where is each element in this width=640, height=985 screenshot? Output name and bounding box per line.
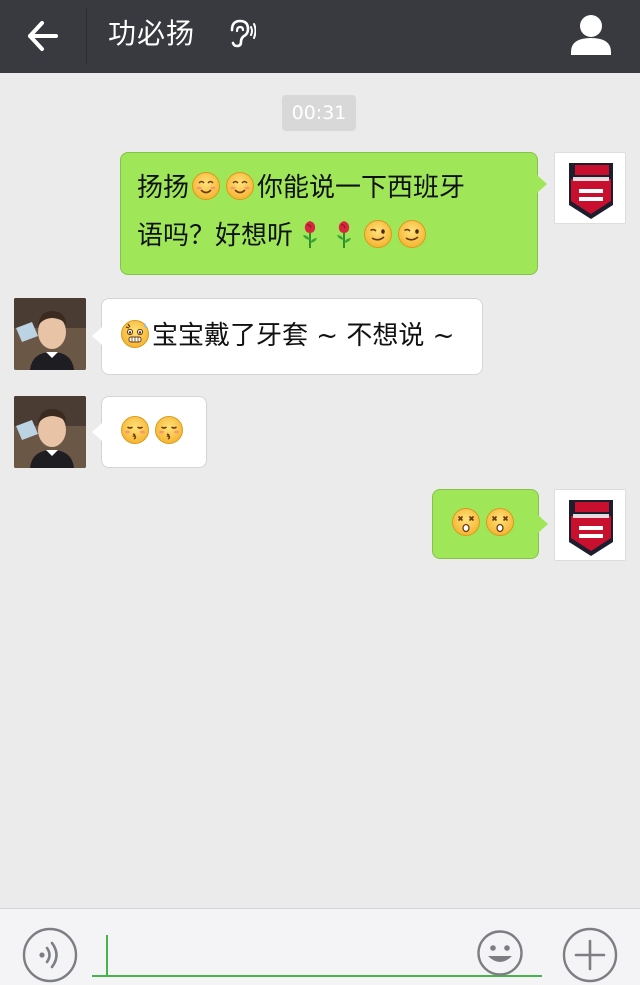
message-bubble-other[interactable]: [92, 396, 207, 468]
avatar-other[interactable]: [14, 298, 86, 370]
dizzy-emoji-icon: [451, 507, 481, 537]
chat-title: 功必扬: [108, 17, 196, 50]
dizzy-emoji-icon: [485, 507, 515, 537]
bubble-tail: [537, 175, 547, 193]
avatar-me[interactable]: [554, 152, 626, 224]
smile-emoji-icon: [225, 171, 255, 201]
message-text: 扬扬: [137, 173, 190, 203]
back-arrow-icon[interactable]: [18, 14, 68, 58]
timestamp: 00:31: [282, 95, 356, 131]
message-line: 扬扬 你能说一下西班牙: [137, 164, 521, 212]
message-bubble-other[interactable]: 宝宝戴了牙套 ~ 不想说 ~: [92, 298, 483, 375]
rose-emoji-icon: [329, 219, 359, 249]
ear-mode-icon: [224, 16, 257, 52]
message-input[interactable]: [92, 927, 542, 977]
input-bar: [0, 908, 640, 985]
top-bar: 功必扬: [0, 0, 640, 73]
wink-emoji-icon: [363, 219, 393, 249]
emoji-icon[interactable]: [476, 929, 524, 977]
bubble-tail: [538, 515, 548, 533]
kiss-emoji-icon: [120, 415, 150, 445]
avatar-other[interactable]: [14, 396, 86, 468]
chat-area[interactable]: 00:31 扬扬 你能说一下西班牙 语吗？好想听 宝宝戴了牙套 ~ 不想说 ~: [0, 73, 640, 908]
rose-emoji-icon: [295, 219, 325, 249]
embarrassed-emoji-icon: [120, 319, 150, 349]
message-text: 你能说一下西班牙: [257, 173, 466, 203]
bubble-tail: [92, 327, 102, 345]
smile-emoji-icon: [191, 171, 221, 201]
kiss-emoji-icon: [154, 415, 184, 445]
header-divider: [86, 8, 87, 64]
message-text: 语吗？好想听: [137, 221, 294, 251]
bubble-tail: [92, 423, 102, 441]
person-icon[interactable]: [566, 10, 616, 60]
message-line: 语吗？好想听: [137, 212, 521, 260]
voice-icon[interactable]: [22, 927, 78, 983]
wink-emoji-icon: [397, 219, 427, 249]
message-bubble-me[interactable]: [432, 489, 548, 559]
message-bubble-me[interactable]: 扬扬 你能说一下西班牙 语吗？好想听: [120, 152, 547, 275]
avatar-me[interactable]: [554, 489, 626, 561]
plus-icon[interactable]: [562, 927, 618, 983]
message-text: 宝宝戴了牙套 ~ 不想说 ~: [152, 321, 455, 351]
text-caret: [106, 935, 108, 975]
